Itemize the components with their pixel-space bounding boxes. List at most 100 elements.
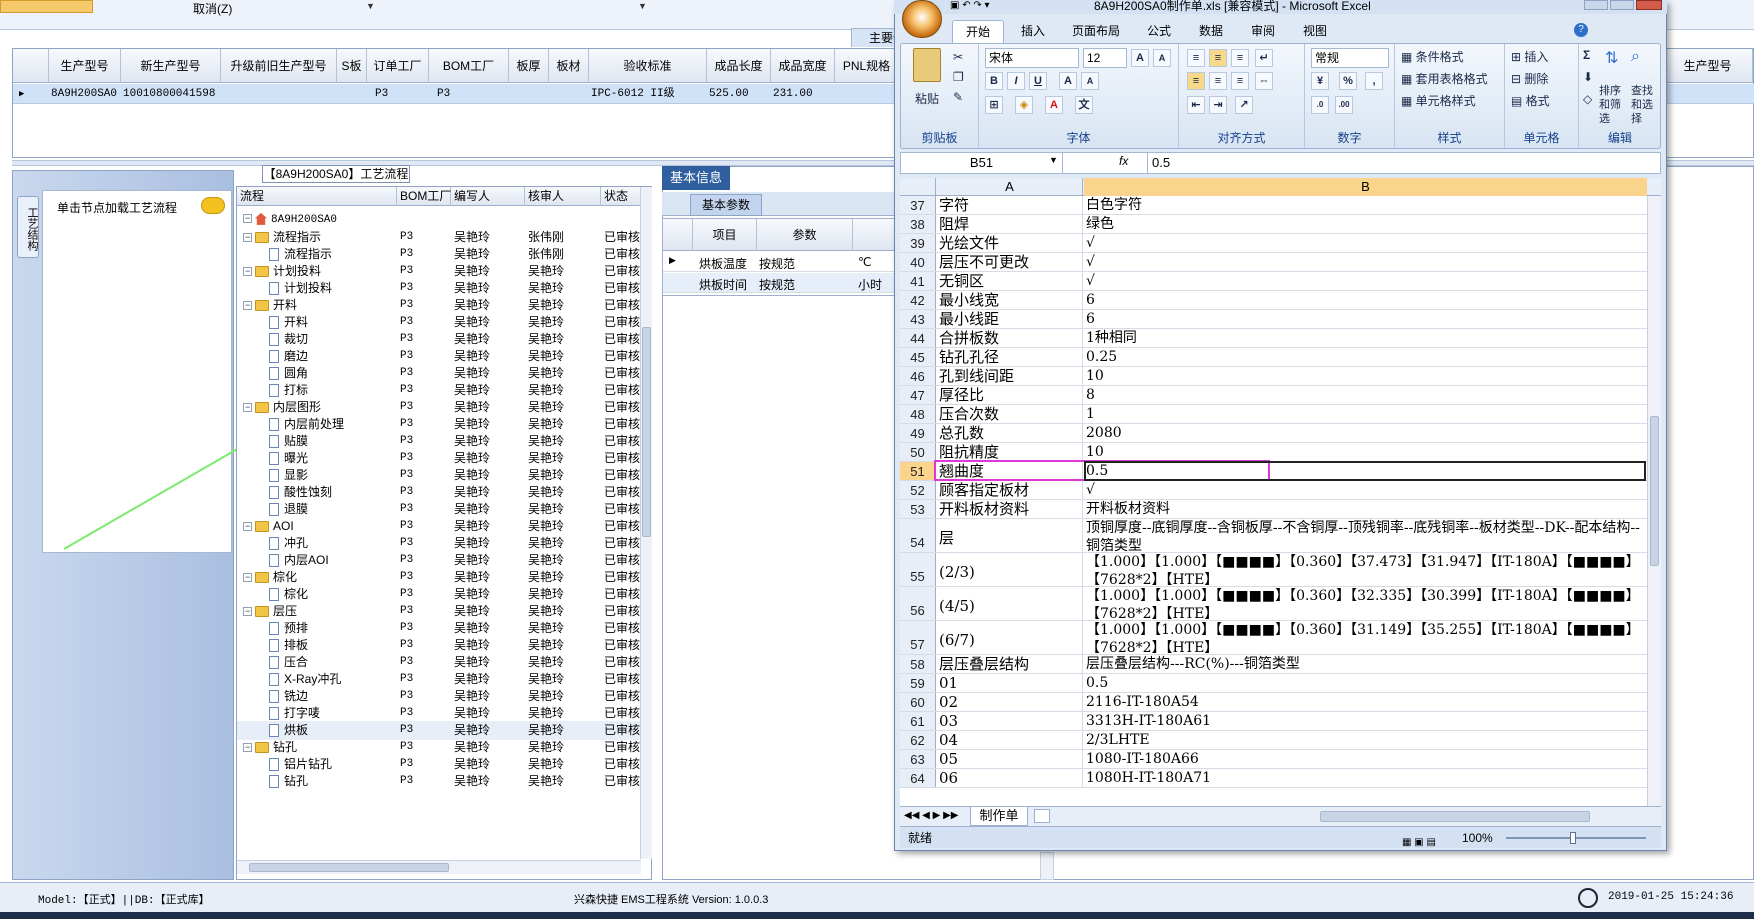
cell-a[interactable]: 05 <box>937 750 1083 768</box>
cell-b[interactable]: 层压叠层结构---RC(%)---铜箔类型 <box>1084 655 1647 673</box>
sheet-row[interactable]: 63 05 1080-IT-180A66 <box>900 750 1647 769</box>
sheet-row[interactable]: 53 开料板材资料 开料板材资料 <box>900 500 1647 519</box>
row-number[interactable]: 62 <box>900 731 936 749</box>
copy-icon[interactable]: ❐ <box>953 70 964 84</box>
collapse-icon[interactable]: − <box>243 233 252 243</box>
paste-button[interactable]: 粘贴 <box>915 90 939 107</box>
find-select-button[interactable]: 查找和选择 <box>1631 84 1663 126</box>
lower-scroll-button[interactable] <box>1040 852 1054 880</box>
cell-a[interactable]: 孔到线间距 <box>937 367 1083 385</box>
sheet-row[interactable]: 51 翘曲度 0.5 <box>900 462 1647 481</box>
autosum-icon[interactable]: Σ <box>1583 48 1590 62</box>
tab-review[interactable]: 审阅 <box>1238 20 1288 43</box>
sheet-row[interactable]: 39 光绘文件 √ <box>900 234 1647 253</box>
sheet-row[interactable]: 64 06 1080H-IT-180A71 <box>900 769 1647 788</box>
bold-icon[interactable]: B <box>985 72 1003 90</box>
sheet-row[interactable]: 38 阻焊 绿色 <box>900 215 1647 234</box>
cell-b[interactable]: 0.25 <box>1084 348 1647 366</box>
sheet-row[interactable]: 58 层压叠层结构 层压叠层结构---RC(%)---铜箔类型 <box>900 655 1647 674</box>
cell-b[interactable]: √ <box>1084 253 1647 271</box>
delete-cells-button[interactable]: ⊟ 删除 <box>1511 70 1548 87</box>
row-number[interactable]: 61 <box>900 712 936 730</box>
cell-a[interactable]: 最小线距 <box>937 310 1083 328</box>
tree-col-status[interactable]: 状态 <box>601 187 641 206</box>
cell-b[interactable]: √ <box>1084 481 1647 499</box>
tree-horizontal-scrollbar[interactable] <box>237 860 641 874</box>
row-number[interactable]: 43 <box>900 310 936 328</box>
insert-cells-button[interactable]: ⊞ 插入 <box>1511 48 1548 65</box>
fill-icon[interactable]: ⬇ <box>1583 70 1593 84</box>
tree-col-reviewer[interactable]: 核审人 <box>525 187 601 206</box>
number-format-combo[interactable]: 常规 <box>1311 48 1389 68</box>
grow-font-icon[interactable]: A <box>1131 49 1149 67</box>
grid-header[interactable]: 升级前旧生产型号 <box>221 49 337 83</box>
font-color-icon[interactable]: A <box>1045 96 1063 114</box>
wrap-text-icon[interactable]: ↵ <box>1255 49 1273 67</box>
row-number[interactable]: 39 <box>900 234 936 252</box>
toolbar-highlight-button[interactable] <box>0 0 93 13</box>
row-number[interactable]: 49 <box>900 424 936 442</box>
zoom-level[interactable]: 100% <box>1462 827 1493 849</box>
increase-decimal-icon[interactable]: .0 <box>1311 96 1329 114</box>
grid-header[interactable]: 订单工厂 <box>367 49 429 83</box>
grid-header[interactable]: 生产型号 <box>49 49 121 83</box>
cell-a[interactable]: 翘曲度 <box>937 462 1083 480</box>
cell-a[interactable]: 03 <box>937 712 1083 730</box>
grid-header[interactable]: 成品长度 <box>707 49 771 83</box>
cell-a[interactable]: 04 <box>937 731 1083 749</box>
formula-input[interactable]: 0.5 <box>1147 153 1657 173</box>
row-number[interactable]: 58 <box>900 655 936 673</box>
cell-b[interactable]: 10 <box>1084 367 1647 385</box>
chevron-down-icon[interactable]: ▼ <box>638 1 647 11</box>
sheet-row[interactable]: 43 最小线距 6 <box>900 310 1647 329</box>
sheet-row[interactable]: 50 阻抗精度 10 <box>900 443 1647 462</box>
row-number[interactable]: 54 <box>900 519 936 552</box>
cell-a[interactable]: (2/3) <box>937 553 1083 586</box>
tab-view[interactable]: 视图 <box>1290 20 1340 43</box>
row-number[interactable]: 52 <box>900 481 936 499</box>
sheet-tab[interactable]: 制作单 <box>970 807 1028 826</box>
sheet-row[interactable]: 44 合拼板数 1种相同 <box>900 329 1647 348</box>
cell-b[interactable]: 2/3LHTE <box>1084 731 1647 749</box>
cell-a[interactable]: (6/7) <box>937 621 1083 654</box>
sheet-row[interactable]: 52 顾客指定板材 √ <box>900 481 1647 500</box>
tab-data[interactable]: 数据 <box>1186 20 1236 43</box>
sheet-row[interactable]: 41 无铜区 √ <box>900 272 1647 291</box>
format-cells-button[interactable]: ▤ 格式 <box>1511 92 1550 109</box>
collapse-icon[interactable]: − <box>243 522 252 532</box>
sort-filter-icon[interactable]: ⇅ <box>1605 48 1618 68</box>
row-number[interactable]: 42 <box>900 291 936 309</box>
border-icon[interactable]: ⊞ <box>985 96 1003 114</box>
italic-icon[interactable]: I <box>1007 72 1025 90</box>
comma-icon[interactable]: , <box>1365 72 1383 90</box>
decrease-indent-icon[interactable]: ⇤ <box>1187 96 1205 114</box>
cell-a[interactable]: (4/5) <box>937 587 1083 620</box>
font-name-combo[interactable]: 宋体 <box>985 48 1079 68</box>
cut-icon[interactable]: ✂ <box>953 50 963 64</box>
row-number[interactable]: 37 <box>900 196 936 214</box>
row-number[interactable]: 46 <box>900 367 936 385</box>
row-number[interactable]: 41 <box>900 272 936 290</box>
sheet-nav-icons[interactable]: ◀◀ ◀ ▶ ▶▶ <box>904 810 958 821</box>
collapse-icon[interactable]: − <box>243 267 252 277</box>
cell-a[interactable]: 厚径比 <box>937 386 1083 404</box>
row-number[interactable]: 57 <box>900 621 936 654</box>
tab-formulas[interactable]: 公式 <box>1134 20 1184 43</box>
row-number[interactable]: 59 <box>900 674 936 692</box>
tab-insert[interactable]: 插入 <box>1008 20 1058 43</box>
grid-header[interactable]: BOM工厂 <box>429 49 509 83</box>
cell-a[interactable]: 压合次数 <box>937 405 1083 423</box>
cell-b[interactable]: 1 <box>1084 405 1647 423</box>
row-number[interactable]: 60 <box>900 693 936 711</box>
align-right-icon[interactable]: ≡ <box>1231 72 1249 90</box>
font-size-combo[interactable]: 12 <box>1083 48 1127 68</box>
cell-b[interactable]: 白色字符 <box>1084 196 1647 214</box>
cell-b[interactable]: 1种相同 <box>1084 329 1647 347</box>
row-number[interactable]: 38 <box>900 215 936 233</box>
collapse-icon[interactable]: − <box>243 214 252 224</box>
row-number[interactable]: 50 <box>900 443 936 461</box>
cell-b[interactable]: 绿色 <box>1084 215 1647 233</box>
tree-col-flow[interactable]: 流程 <box>237 187 397 206</box>
scroll-thumb[interactable] <box>1650 416 1659 566</box>
scroll-thumb[interactable] <box>249 863 449 872</box>
